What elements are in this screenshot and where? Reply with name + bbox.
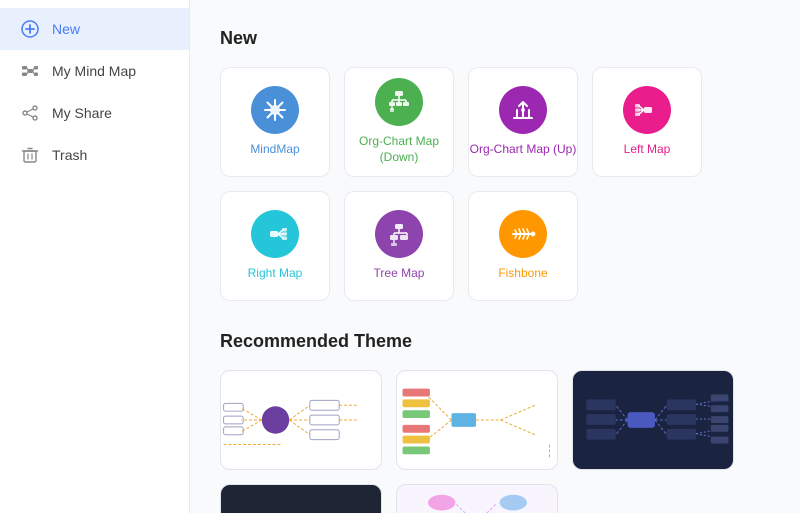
fishbone-label: Fishbone (498, 266, 547, 282)
sidebar-item-trash[interactable]: Trash (0, 134, 189, 176)
sidebar-item-my-share[interactable]: My Share (0, 92, 189, 134)
fishbone-icon (499, 210, 547, 258)
map-card-org-chart-up[interactable]: Org-Chart Map (Up) (468, 67, 578, 177)
right-map-icon (251, 210, 299, 258)
main-content: New MindMap (190, 0, 800, 513)
sidebar-item-label: Trash (52, 147, 87, 163)
plus-icon (20, 20, 40, 38)
trash-icon (20, 146, 40, 164)
map-card-mindmap[interactable]: MindMap (220, 67, 330, 177)
tree-map-icon (375, 210, 423, 258)
org-chart-down-icon (375, 78, 423, 126)
theme-grid (220, 370, 770, 513)
sidebar: New My Mind Map (0, 0, 190, 513)
theme-card-2[interactable] (396, 370, 558, 470)
left-map-icon (623, 86, 671, 134)
recommended-section-title: Recommended Theme (220, 331, 770, 352)
mindmap-icon (251, 86, 299, 134)
right-map-label: Right Map (248, 266, 303, 282)
theme-card-4[interactable] (220, 484, 382, 513)
share-icon (20, 104, 40, 122)
map-card-fishbone[interactable]: Fishbone (468, 191, 578, 301)
map-card-org-chart-down[interactable]: Org-Chart Map(Down) (344, 67, 454, 177)
org-chart-up-label: Org-Chart Map (Up) (470, 142, 577, 158)
new-section-title: New (220, 28, 770, 49)
map-type-grid: MindMap Org-Ch (220, 67, 770, 301)
sidebar-item-my-mind-map[interactable]: My Mind Map (0, 50, 189, 92)
sidebar-item-label: New (52, 21, 80, 37)
theme-card-5[interactable] (396, 484, 558, 513)
sidebar-item-label: My Mind Map (52, 63, 136, 79)
sidebar-item-new[interactable]: New (0, 8, 189, 50)
org-chart-down-label: Org-Chart Map(Down) (359, 134, 439, 165)
map-card-right-map[interactable]: Right Map (220, 191, 330, 301)
theme-card-1[interactable] (220, 370, 382, 470)
left-map-label: Left Map (624, 142, 671, 158)
map-icon (20, 62, 40, 80)
sidebar-item-label: My Share (52, 105, 112, 121)
tree-map-label: Tree Map (374, 266, 425, 282)
org-chart-up-icon (499, 86, 547, 134)
theme-card-3[interactable] (572, 370, 734, 470)
mindmap-label: MindMap (250, 142, 299, 158)
map-card-left-map[interactable]: Left Map (592, 67, 702, 177)
map-card-tree-map[interactable]: Tree Map (344, 191, 454, 301)
